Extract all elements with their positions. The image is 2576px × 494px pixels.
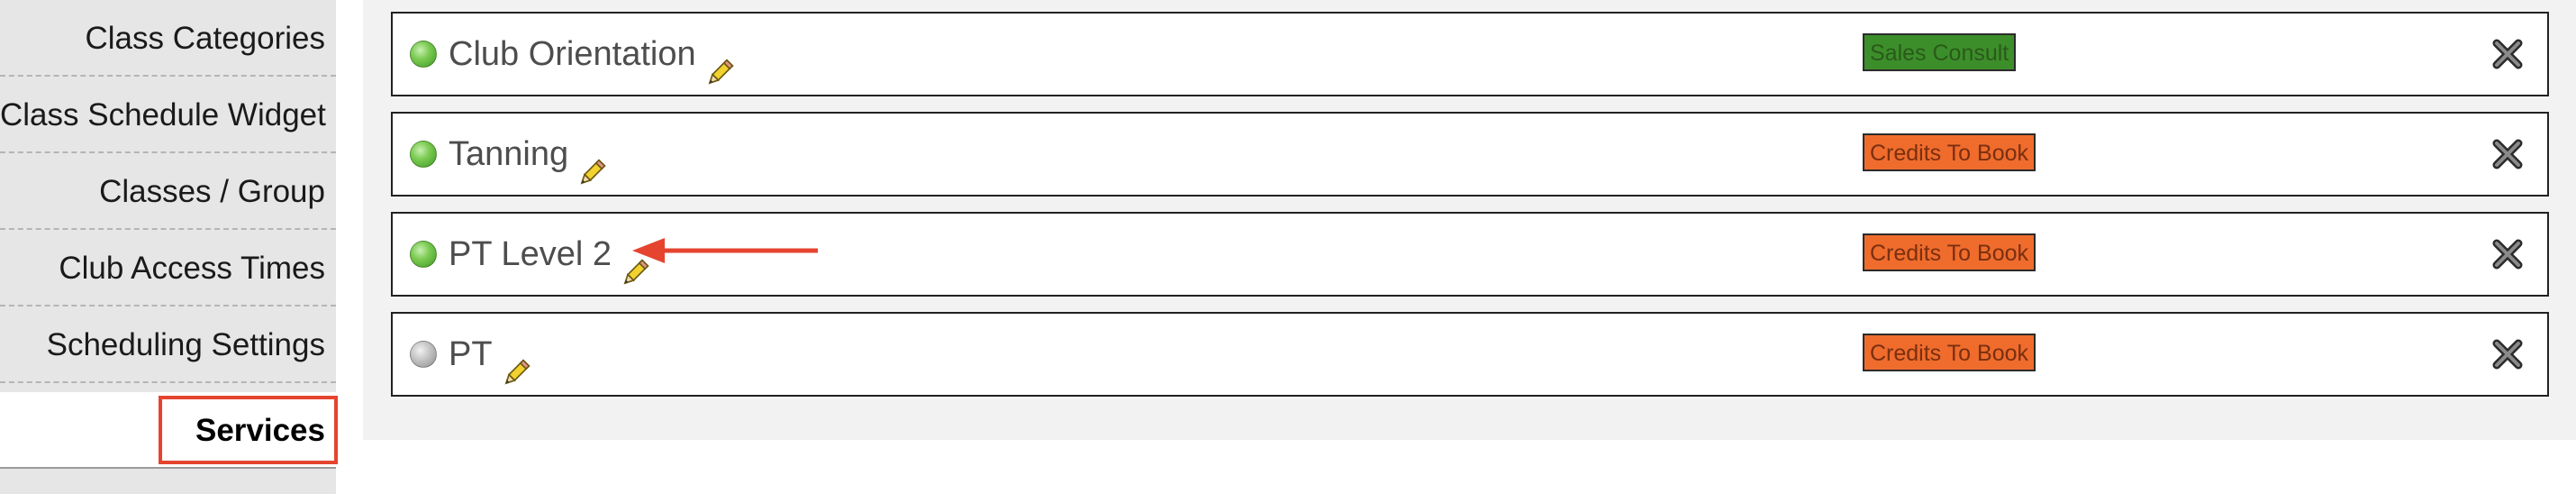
service-row: PT Credits To Book [391,312,2549,397]
service-tag[interactable]: Credits To Book [1863,133,2036,171]
services-panel: Club Orientation Sales Consult Tanning C… [363,0,2576,440]
service-name: PT Level 2 [449,214,651,295]
status-active-icon [410,41,437,68]
service-name: Tanning [449,114,608,195]
pencil-icon[interactable] [703,38,736,85]
service-tag[interactable]: Credits To Book [1863,233,2036,271]
sidebar-item-scheduling-settings[interactable]: Scheduling Settings [0,306,336,383]
sidebar-item-class-categories[interactable]: Class Categories [0,0,336,77]
service-name-label: PT Level 2 [449,235,612,273]
sidebar-item-classes-group[interactable]: Classes / Group [0,153,336,230]
pencil-icon[interactable] [576,138,608,185]
service-name: PT [449,314,532,395]
service-name-label: PT [449,335,493,373]
settings-sidebar: Class Categories Class Schedule Widget C… [0,0,338,494]
close-icon[interactable] [2490,236,2526,272]
status-active-icon [410,241,437,268]
status-active-icon [410,141,437,168]
sidebar-item-services[interactable]: Services [0,392,336,469]
service-name-label: Club Orientation [449,35,696,73]
pencil-icon[interactable] [619,238,651,285]
service-name-label: Tanning [449,135,569,173]
service-name: Club Orientation [449,14,736,95]
service-tag[interactable]: Credits To Book [1863,334,2036,371]
sidebar-item-class-schedule-widget[interactable]: Class Schedule Widget [0,77,336,153]
sidebar-item-club-access-times[interactable]: Club Access Times [0,230,336,306]
service-row: PT Level 2 Credits To Book [391,212,2549,297]
pencil-icon[interactable] [500,338,532,385]
close-icon[interactable] [2490,136,2526,172]
service-tag[interactable]: Sales Consult [1863,33,2017,71]
service-row: Club Orientation Sales Consult [391,12,2549,96]
close-icon[interactable] [2490,336,2526,372]
service-row: Tanning Credits To Book [391,112,2549,197]
status-inactive-icon [410,341,437,368]
close-icon[interactable] [2490,36,2526,72]
